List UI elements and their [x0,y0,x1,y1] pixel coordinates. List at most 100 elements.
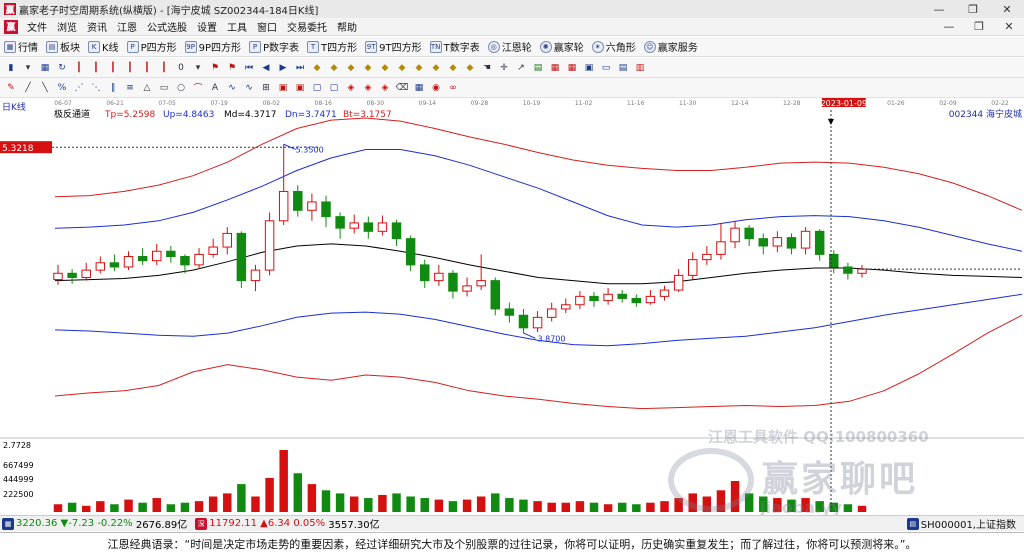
calendar-icon[interactable]: ▤ [531,61,545,75]
toolbar-t-square-button[interactable]: T T四方形 [307,39,357,54]
candle-icon[interactable]: ┃ [106,61,120,75]
grid-toggle-icon[interactable]: ▦ [412,81,426,95]
percent-icon[interactable]: % [55,81,69,95]
square-tool-icon[interactable]: ▣ [293,81,307,95]
dropdown-icon[interactable]: ▾ [21,61,35,75]
chart-type-icon[interactable]: ▦ [38,61,52,75]
kline-chart[interactable]: 06-07 06-21 07-05 07-19 08-02 08-16 08-30 09-14… [0,98,1024,517]
layers-icon[interactable]: ▥ [633,61,647,75]
maximize-button[interactable]: ❐ [956,0,990,18]
volume-bar [632,504,641,512]
diamond-icon[interactable]: ◆ [361,61,375,75]
settings-circle-icon[interactable]: ◉ [429,81,443,95]
diamond-icon[interactable]: ◆ [395,61,409,75]
monitor-icon[interactable]: ▭ [599,61,613,75]
toolbar-hexagon-button[interactable]: ✶ 六角形 [591,39,636,54]
child-restore-button[interactable]: ❐ [964,20,994,33]
diamond-icon[interactable]: ◆ [378,61,392,75]
channel-icon[interactable]: ∥ [106,81,120,95]
zero-icon[interactable]: 0 [174,61,188,75]
menu-help[interactable]: 帮助 [332,19,362,34]
marker-icon[interactable]: ◈ [361,81,375,95]
dropdown-icon[interactable]: ▾ [191,61,205,75]
diamond-icon[interactable]: ◆ [327,61,341,75]
line-icon[interactable]: ╲ [38,81,52,95]
candle-icon[interactable]: ┃ [72,61,86,75]
fan-icon[interactable]: ⋱ [89,81,103,95]
diamond-icon[interactable]: ◆ [344,61,358,75]
wave-icon[interactable]: ∿ [242,81,256,95]
candle-icon[interactable]: ┃ [89,61,103,75]
fan-icon[interactable]: ⋰ [72,81,86,95]
child-close-button[interactable]: ✕ [994,20,1024,33]
high-label: 5.3500 [296,145,324,154]
menu-trade[interactable]: 交易委托 [282,19,332,34]
save-icon[interactable]: ▣ [582,61,596,75]
menu-gann[interactable]: 江恩 [112,19,142,34]
grid-icon[interactable]: ▦ [565,61,579,75]
wave-icon[interactable]: ∿ [225,81,239,95]
bar-type-icon[interactable]: ▮ [4,61,18,75]
bookmark-icon[interactable]: ⚑ [225,61,239,75]
box-icon[interactable]: ▢ [327,81,341,95]
ruler-icon[interactable]: ⊞ [259,81,273,95]
arrow-icon[interactable]: ↗ [514,61,528,75]
candle-icon[interactable]: ┃ [157,61,171,75]
marker-icon[interactable]: ◈ [344,81,358,95]
next-icon[interactable]: ▶ [276,61,290,75]
toolbar-p-square-button[interactable]: P P四方形 [126,39,177,54]
grid-icon[interactable]: ▦ [548,61,562,75]
cycle-icon[interactable]: ↻ [55,61,69,75]
toolbar-9p-square-button[interactable]: 9P 9P四方形 [184,39,241,54]
hand-icon[interactable]: ☚ [480,61,494,75]
rect-icon[interactable]: ▭ [157,81,171,95]
text-icon[interactable]: A [208,81,222,95]
print-icon[interactable]: ▤ [616,61,630,75]
current-index-label[interactable]: ▤ SH000001,上证指数 [906,516,1016,531]
channel-icon[interactable]: ≡ [123,81,137,95]
arc-icon[interactable]: ⌒ [191,81,205,95]
close-button[interactable]: ✕ [990,0,1024,18]
toolbar-winner-wheel-button[interactable]: ✺ 赢家轮 [539,39,584,54]
toolbar-sector-button[interactable]: ▤ 板块 [46,39,80,54]
toolbar-gann-wheel-button[interactable]: ◎ 江恩轮 [487,39,532,54]
bookmark-icon[interactable]: ⚑ [208,61,222,75]
menu-browse[interactable]: 浏览 [52,19,82,34]
first-icon[interactable]: ⏮ [242,61,256,75]
prev-icon[interactable]: ◀ [259,61,273,75]
menu-file[interactable]: 文件 [22,19,52,34]
diamond-icon[interactable]: ◆ [463,61,477,75]
pencil-icon[interactable]: ✎ [4,81,18,95]
triangle-icon[interactable]: △ [140,81,154,95]
sh-index-summary[interactable]: ▦ 3220.36 ▼-7.23 -0.22% 2676.89亿 [2,516,187,531]
crosshair-icon[interactable]: ✛ [497,61,511,75]
infinity-icon[interactable]: ∞ [446,81,460,95]
toolbar-kline-button[interactable]: K K线 [88,39,119,54]
candle-icon[interactable]: ┃ [123,61,137,75]
toolbar-service-button[interactable]: ☺ 赢家服务 [643,39,698,54]
line-icon[interactable]: ╱ [21,81,35,95]
diamond-icon[interactable]: ◆ [429,61,443,75]
circle-icon[interactable]: ○ [174,81,188,95]
child-minimize-button[interactable]: — [934,20,964,33]
menu-formula[interactable]: 公式选股 [142,19,192,34]
diamond-icon[interactable]: ◆ [446,61,460,75]
menu-settings[interactable]: 设置 [192,19,222,34]
sz-index-summary[interactable]: 深 11792.11 ▲6.34 0.05% 3557.30亿 [195,516,380,531]
candle-icon[interactable]: ┃ [140,61,154,75]
toolbar-9t-square-button[interactable]: 9T 9T四方形 [365,39,422,54]
minimize-button[interactable]: — [922,0,956,18]
toolbar-quote-button[interactable]: ▦ 行情 [4,39,38,54]
menu-info[interactable]: 资讯 [82,19,112,34]
toolbar-t-table-button[interactable]: TN T数字表 [429,39,480,54]
box-icon[interactable]: ▢ [310,81,324,95]
toolbar-p-table-button[interactable]: P P数字表 [249,39,299,54]
diamond-icon[interactable]: ◆ [310,61,324,75]
marker-icon[interactable]: ◈ [378,81,392,95]
menu-window[interactable]: 窗口 [252,19,282,34]
eraser-icon[interactable]: ⌫ [395,81,409,95]
diamond-icon[interactable]: ◆ [412,61,426,75]
menu-tools[interactable]: 工具 [222,19,252,34]
last-icon[interactable]: ⏭ [293,61,307,75]
square-tool-icon[interactable]: ▣ [276,81,290,95]
